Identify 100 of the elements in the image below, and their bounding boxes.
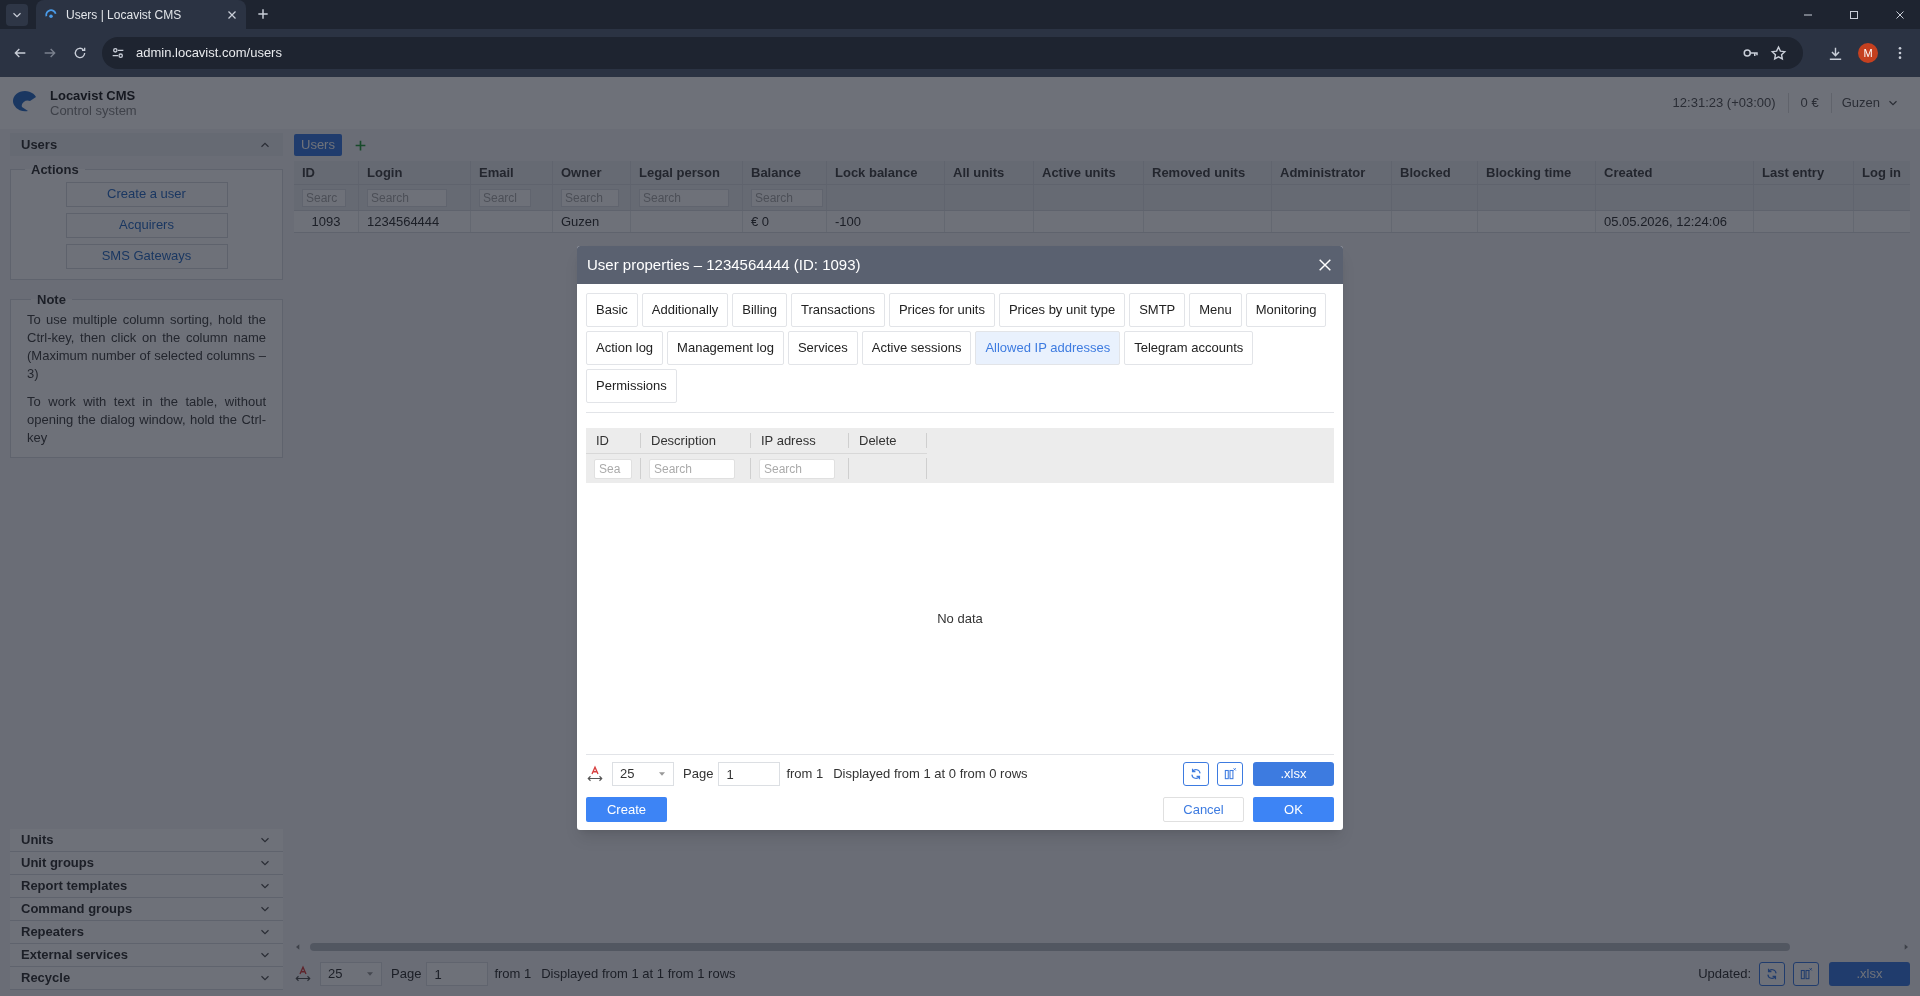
column-header[interactable]: Blocking time <box>1486 162 1572 183</box>
columns-icon <box>1223 767 1237 781</box>
table-cell-text: € 0 <box>751 212 770 231</box>
dialog-tab[interactable]: Basic <box>586 293 638 327</box>
dialog-tab[interactable]: Billing <box>732 293 787 327</box>
new-tab-icon[interactable] <box>256 7 270 21</box>
section-header[interactable]: Recycle <box>10 967 283 990</box>
column-header[interactable]: ID <box>302 162 315 183</box>
column-header[interactable]: Removed units <box>1152 162 1246 183</box>
section-header[interactable]: Units <box>10 829 283 852</box>
search-field[interactable]: Search <box>759 458 835 479</box>
dialog-tab[interactable]: Action log <box>586 331 664 365</box>
section-header[interactable]: Report templates <box>10 875 283 898</box>
user-menu[interactable]: Guzen <box>1830 93 1910 113</box>
refresh-button[interactable] <box>1183 762 1209 786</box>
url-text: admin.locavist.com/users <box>136 44 283 63</box>
note-text: To use multiple column sorting, hold the Ctrl-key, then click on the column name (Maximum number of selected columns – 3) <box>27 311 266 383</box>
dropdown-icon <box>366 970 374 978</box>
columns-icon <box>1799 967 1813 981</box>
column-header[interactable]: Active units <box>1042 162 1116 183</box>
column-header[interactable]: Balance <box>751 162 801 183</box>
section-header[interactable]: Unit groups <box>10 852 283 875</box>
section-header[interactable]: Users <box>10 133 283 156</box>
column-header[interactable]: Created <box>1604 162 1653 183</box>
page-input[interactable]: 1 <box>426 962 489 986</box>
rows-summary: Displayed from 1 at 0 from 0 rows <box>833 765 1028 784</box>
dialog-tab[interactable]: Additionally <box>641 293 729 327</box>
dialog-tab[interactable]: Prices for units <box>888 293 995 327</box>
tab-title: Users | Locavist CMS <box>66 6 183 24</box>
profile-avatar[interactable]: M <box>1858 43 1878 63</box>
dialog-tab[interactable]: Allowed IP addresses <box>975 331 1121 365</box>
table-row[interactable]: 1093 1234564444 Guzen € 0 -100 05.05.2026, 12:24:06 <box>294 211 1910 233</box>
column-header[interactable]: Lock balance <box>835 162 918 183</box>
table-cell-text: 05.05.2026, 12:24:06 <box>1604 212 1727 231</box>
action-button[interactable]: Acquirers <box>65 212 228 238</box>
section-header[interactable]: External services <box>10 944 283 967</box>
action-button[interactable]: SMS Gateways <box>65 243 228 269</box>
create-button[interactable]: Create <box>586 797 667 822</box>
column-header[interactable]: Administrator <box>1280 162 1366 183</box>
dialog-tab[interactable]: Management log <box>667 331 784 365</box>
search-field[interactable]: Search <box>649 458 735 479</box>
panel-legend: Note <box>31 289 72 309</box>
page-label: Page <box>391 965 422 984</box>
dialog-tab[interactable]: Transactions <box>791 293 885 327</box>
close-icon[interactable] <box>1894 9 1906 21</box>
column-header[interactable]: ID <box>596 430 609 451</box>
column-header[interactable]: Legal person <box>639 162 720 183</box>
table-cell-text: 1234564444 <box>367 212 440 231</box>
dialog-tab[interactable]: Active sessions <box>861 331 972 365</box>
address-bar[interactable]: admin.locavist.com/users <box>102 37 1803 69</box>
dialog-title: User properties – 1234564444 (ID: 1093) <box>587 254 861 275</box>
page-size-select[interactable]: 25 <box>612 762 674 786</box>
column-header[interactable]: Log in <box>1862 162 1901 183</box>
dialog-tab[interactable]: Permissions <box>586 369 677 403</box>
column-header[interactable]: Delete <box>859 430 897 451</box>
column-header[interactable]: All units <box>953 162 1005 183</box>
search-field[interactable]: Sea <box>594 458 632 479</box>
page-total: from 1 <box>786 765 824 784</box>
browser-tab[interactable]: Users | Locavist CMS <box>36 0 246 29</box>
column-header[interactable]: Blocked <box>1400 162 1451 183</box>
table-cell-text: 1093 <box>311 212 341 231</box>
column-header[interactable]: Last entry <box>1762 162 1825 183</box>
section-header[interactable]: Repeaters <box>10 921 283 944</box>
dialog-tab[interactable]: Prices by unit type <box>998 293 1126 327</box>
dialog-tab[interactable]: Telegram accounts <box>1124 331 1254 365</box>
font-size-icon[interactable] <box>586 765 604 783</box>
columns-button[interactable] <box>1217 762 1243 786</box>
page-total: from 1 <box>494 965 532 984</box>
ok-button[interactable]: OK <box>1253 797 1334 822</box>
reload-icon[interactable] <box>72 45 88 61</box>
page-label: Page <box>683 765 714 784</box>
dropdown-icon <box>658 770 666 778</box>
page-input[interactable]: 1 <box>718 762 781 786</box>
tab-list-icon[interactable] <box>6 4 28 26</box>
empty-message: No data <box>937 609 983 628</box>
close-icon[interactable] <box>1317 257 1333 273</box>
dialog-tab[interactable]: Monitoring <box>1245 293 1327 327</box>
refresh-icon <box>1189 767 1203 781</box>
column-header[interactable]: Login <box>367 162 403 183</box>
column-header[interactable]: Email <box>479 162 514 183</box>
star-icon[interactable] <box>1770 44 1787 62</box>
page-size-select[interactable]: 25 <box>320 962 382 986</box>
dialog-tab[interactable]: Menu <box>1189 293 1242 327</box>
export-button[interactable]: .xlsx <box>1829 962 1910 986</box>
panel-legend: Actions <box>25 160 85 180</box>
dialog-tab[interactable]: Services <box>787 331 858 365</box>
page-tab[interactable]: Users <box>294 134 342 156</box>
column-header[interactable]: IP adress <box>761 430 816 451</box>
maximize-icon[interactable] <box>1848 9 1860 21</box>
note-text: To work with text in the table, without opening the dialog window, hold the Ctrl-key <box>27 393 266 447</box>
refresh-icon <box>1765 967 1779 981</box>
column-header[interactable]: Description <box>651 430 717 451</box>
section-header[interactable]: Command groups <box>10 898 283 921</box>
action-button[interactable]: Create a user <box>65 181 228 207</box>
column-header[interactable]: Owner <box>561 162 602 183</box>
export-button[interactable]: .xlsx <box>1253 762 1334 786</box>
scrollbar-thumb[interactable] <box>310 943 1790 951</box>
cancel-button[interactable]: Cancel <box>1163 797 1244 822</box>
close-icon[interactable] <box>226 8 238 21</box>
dialog-tab[interactable]: SMTP <box>1129 293 1186 327</box>
